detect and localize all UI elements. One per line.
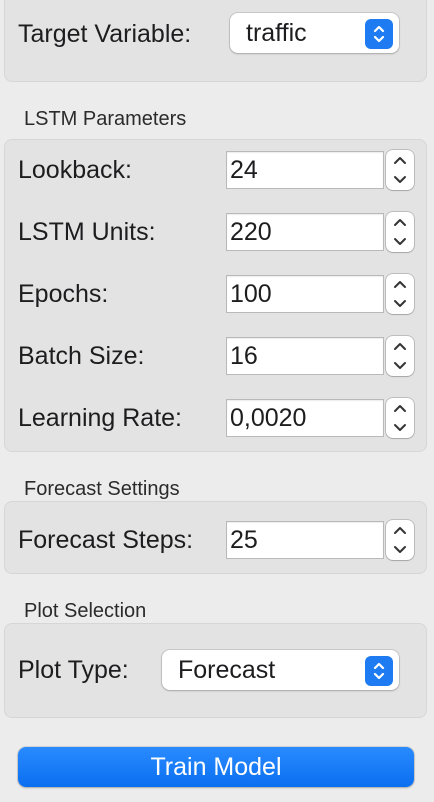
epochs-input[interactable]: 100 [227, 276, 383, 312]
chevron-up-icon[interactable] [386, 520, 414, 540]
epochs-stepper[interactable] [386, 274, 414, 314]
chevron-up-icon[interactable] [386, 212, 414, 232]
lookback-value: 24 [230, 156, 258, 184]
learning-rate-value: 0,0020 [230, 404, 307, 432]
epochs-value: 100 [230, 280, 272, 308]
plot-type-label: Plot Type: [18, 656, 129, 684]
chevron-down-icon[interactable] [386, 418, 414, 438]
batch-size-label: Batch Size: [18, 342, 145, 370]
chevron-up-icon[interactable] [386, 150, 414, 170]
up-down-chevron-icon [365, 656, 393, 686]
train-model-button[interactable]: Train Model [18, 747, 414, 787]
forecast-steps-label: Forecast Steps: [18, 526, 194, 554]
forecast-steps-input[interactable]: 25 [227, 522, 383, 558]
target-variable-value: traffic [246, 19, 307, 47]
lstm-units-stepper[interactable] [386, 212, 414, 252]
chevron-up-icon[interactable] [386, 398, 414, 418]
chevron-down-icon[interactable] [386, 170, 414, 190]
batch-size-stepper[interactable] [386, 336, 414, 376]
forecast-steps-stepper[interactable] [386, 520, 414, 560]
plot-type-value: Forecast [178, 656, 276, 684]
plot-type-dropdown[interactable]: Forecast [162, 650, 399, 690]
chevron-down-icon[interactable] [386, 540, 414, 560]
forecast-steps-value: 25 [230, 526, 258, 554]
up-down-chevron-icon [365, 19, 393, 49]
chevron-up-icon[interactable] [386, 336, 414, 356]
lstm-units-input[interactable]: 220 [227, 214, 383, 250]
lstm-units-label: LSTM Units: [18, 218, 156, 246]
lstm-units-value: 220 [230, 218, 272, 246]
target-variable-label: Target Variable: [18, 20, 192, 48]
target-variable-dropdown[interactable]: traffic [230, 13, 399, 53]
chevron-up-icon[interactable] [386, 274, 414, 294]
batch-size-input[interactable]: 16 [227, 338, 383, 374]
chevron-down-icon[interactable] [386, 232, 414, 252]
learning-rate-label: Learning Rate: [18, 404, 183, 432]
chevron-down-icon[interactable] [386, 356, 414, 376]
chevron-down-icon[interactable] [386, 294, 414, 314]
parameters-panel: Target Variable: traffic LSTM Parameters… [0, 0, 434, 802]
forecast-settings-title: Forecast Settings [24, 478, 180, 500]
lookback-label: Lookback: [18, 156, 132, 184]
lstm-parameters-title: LSTM Parameters [24, 108, 187, 130]
learning-rate-input[interactable]: 0,0020 [227, 400, 383, 436]
lookback-stepper[interactable] [386, 150, 414, 190]
plot-selection-title: Plot Selection [24, 600, 147, 622]
epochs-label: Epochs: [18, 280, 109, 308]
learning-rate-stepper[interactable] [386, 398, 414, 438]
batch-size-value: 16 [230, 342, 258, 370]
lookback-input[interactable]: 24 [227, 152, 383, 188]
